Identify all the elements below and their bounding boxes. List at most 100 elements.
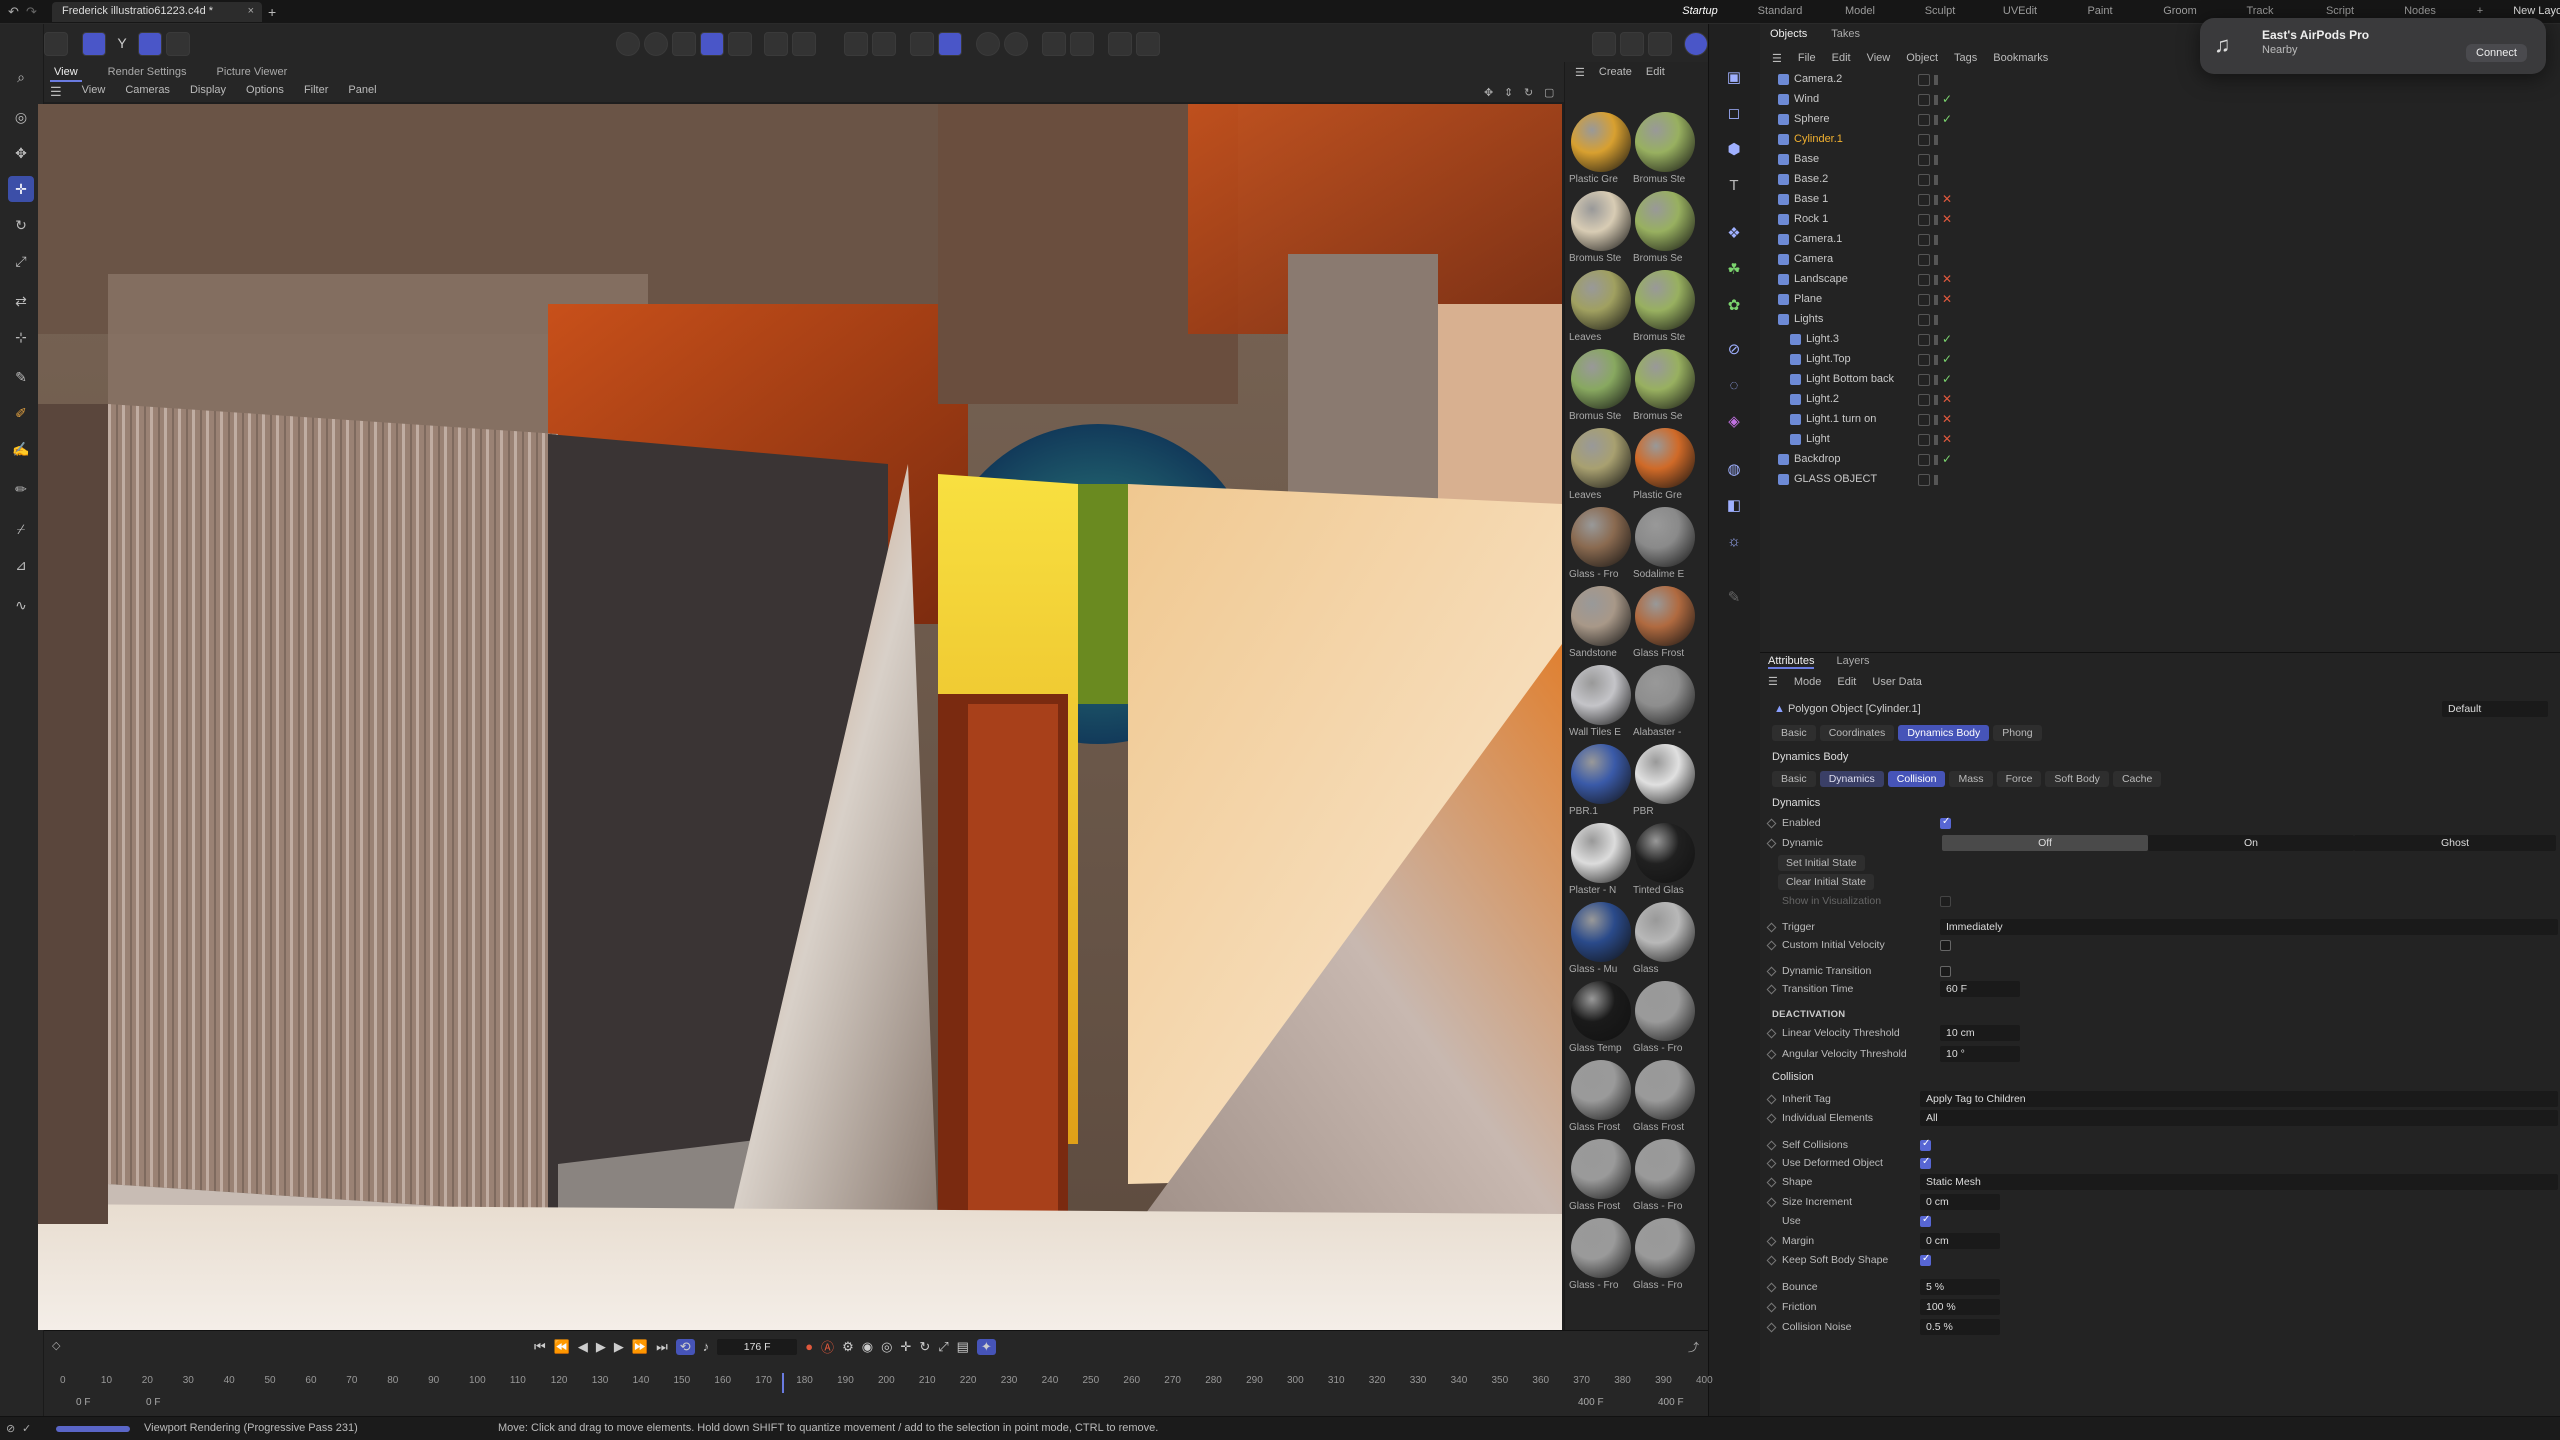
render-dot-icon[interactable] xyxy=(1934,235,1938,245)
play-icon[interactable]: ▶ xyxy=(596,1339,606,1355)
material-swatch[interactable]: Glass - Fro xyxy=(1569,1218,1633,1296)
brush-icon[interactable]: ✐ xyxy=(8,400,34,426)
tab-basic[interactable]: Basic xyxy=(1772,725,1816,741)
layout-tab[interactable]: Paint xyxy=(2060,0,2140,24)
render-view-icon[interactable] xyxy=(1108,32,1132,56)
connect-button[interactable]: Connect xyxy=(2466,44,2527,62)
material-swatch[interactable]: Plastic Gre xyxy=(1569,112,1633,190)
menu-tags[interactable]: Tags xyxy=(1954,52,1977,65)
menu-object[interactable]: Object xyxy=(1906,52,1938,65)
transfer-icon[interactable]: ⇄ xyxy=(8,288,34,314)
live-selection-icon[interactable]: ✥ xyxy=(8,140,34,166)
tab-coordinates[interactable]: Coordinates xyxy=(1819,725,1895,741)
size-increment-field[interactable]: 0 cm xyxy=(1920,1194,2000,1210)
material-swatch[interactable]: Bromus Ste xyxy=(1633,270,1697,348)
object-row[interactable]: Base.2 xyxy=(1760,170,2560,190)
volume-icon[interactable]: ◈ xyxy=(1721,408,1747,434)
autokey-icon[interactable]: Ⓐ xyxy=(821,1337,834,1356)
enabled-status-icon[interactable]: ✕ xyxy=(1942,192,1952,206)
linear-velocity-field[interactable]: 10 cm xyxy=(1940,1025,2020,1041)
start-frame-a[interactable]: 0 F xyxy=(76,1397,90,1408)
object-row[interactable]: Camera.1 xyxy=(1760,230,2560,250)
enabled-checkbox[interactable] xyxy=(1940,816,1951,829)
curve-editor-icon[interactable]: ⤴ xyxy=(1688,1339,1699,1355)
enabled-status-icon[interactable]: ✓ xyxy=(1942,352,1952,366)
current-frame-field[interactable]: 176 F xyxy=(717,1338,798,1355)
close-tab-icon[interactable]: × xyxy=(248,5,254,17)
prev-frame-icon[interactable]: ◀ xyxy=(578,1339,588,1355)
rotate-icon[interactable]: ↻ xyxy=(8,212,34,238)
menu-edit[interactable]: Edit xyxy=(1832,52,1851,65)
render-dot-icon[interactable] xyxy=(1934,375,1938,385)
guide-icon[interactable]: ∿ xyxy=(8,592,34,618)
margin-field[interactable]: 0 cm xyxy=(1920,1233,2000,1249)
subtab-mass[interactable]: Mass xyxy=(1949,771,1993,787)
enabled-status-icon[interactable]: ✓ xyxy=(1942,372,1952,386)
menu-view[interactable]: View xyxy=(1867,52,1891,65)
render-dot-icon[interactable] xyxy=(1934,155,1938,165)
enabled-status-icon[interactable]: ✓ xyxy=(1942,112,1952,126)
menu-display[interactable]: Display xyxy=(190,84,226,100)
knife-icon[interactable]: ⌿ xyxy=(8,516,34,542)
playhead[interactable] xyxy=(782,1373,784,1393)
material-swatch[interactable]: Glass - Fro xyxy=(1633,1139,1697,1217)
next-frame-icon[interactable]: ▶ xyxy=(614,1339,624,1355)
visibility-toggle[interactable] xyxy=(1918,294,1930,306)
material-swatch[interactable]: Glass - Fro xyxy=(1633,981,1697,1059)
menu-bookmarks[interactable]: Bookmarks xyxy=(1993,52,2048,65)
subtab-basic[interactable]: Basic xyxy=(1772,771,1816,787)
sculpt-icon[interactable]: ✏ xyxy=(8,476,34,502)
use-checkbox[interactable] xyxy=(1920,1214,1931,1227)
material-swatch[interactable]: Leaves xyxy=(1569,428,1633,506)
visibility-toggle[interactable] xyxy=(1918,314,1930,326)
mograph-icon[interactable]: ☘ xyxy=(1721,256,1747,282)
enabled-status-icon[interactable]: ✕ xyxy=(1942,212,1952,226)
object-row[interactable]: Light Bottom back ✓ xyxy=(1760,370,2560,390)
render-dot-icon[interactable] xyxy=(1934,435,1938,445)
subtab-soft-body[interactable]: Soft Body xyxy=(2045,771,2109,787)
render-dot-icon[interactable] xyxy=(1934,415,1938,425)
render-dot-icon[interactable] xyxy=(1934,455,1938,465)
pla-key-icon[interactable]: ✦ xyxy=(976,1338,996,1355)
menu-panel[interactable]: Panel xyxy=(348,84,376,100)
render-dot-icon[interactable] xyxy=(1934,195,1938,205)
object-row[interactable]: GLASS OBJECT xyxy=(1760,470,2560,490)
material-swatch[interactable]: Glass - Fro xyxy=(1569,507,1633,585)
subtab-force[interactable]: Force xyxy=(1996,771,2042,787)
layout-tab[interactable]: Standard xyxy=(1740,0,1820,24)
pan-icon[interactable]: ✥ xyxy=(1484,86,1493,99)
end-frame-a[interactable]: 400 F xyxy=(1578,1397,1604,1408)
visibility-toggle[interactable] xyxy=(1918,454,1930,466)
visibility-toggle[interactable] xyxy=(1918,474,1930,486)
render-dot-icon[interactable] xyxy=(1934,315,1938,325)
object-row[interactable]: Light.2 ✕ xyxy=(1760,390,2560,410)
material-swatch[interactable]: Glass Frost xyxy=(1569,1060,1633,1138)
material-swatch[interactable]: Bromus Ste xyxy=(1569,349,1633,427)
camera-icon[interactable]: ▣ xyxy=(1721,64,1747,90)
maximize-icon[interactable]: ▢ xyxy=(1544,86,1554,99)
render-dot-icon[interactable] xyxy=(1934,175,1938,185)
menu-user-data[interactable]: User Data xyxy=(1872,676,1922,688)
show-visualization-checkbox[interactable] xyxy=(1940,896,1951,907)
layout-tab[interactable]: UVEdit xyxy=(1980,0,2060,24)
visibility-toggle[interactable] xyxy=(1918,434,1930,446)
menu-view[interactable]: View xyxy=(82,84,106,100)
render-dot-icon[interactable] xyxy=(1934,295,1938,305)
set-initial-state-button[interactable]: Set Initial State xyxy=(1778,855,1865,871)
material-swatch[interactable]: Sandstone xyxy=(1569,586,1633,664)
menu-options[interactable]: Options xyxy=(246,84,284,100)
render-dot-icon[interactable] xyxy=(1934,275,1938,285)
visibility-toggle[interactable] xyxy=(1918,114,1930,126)
object-row[interactable]: Lights xyxy=(1760,310,2560,330)
visibility-toggle[interactable] xyxy=(1918,414,1930,426)
model-mode-icon[interactable] xyxy=(700,32,724,56)
subtab-collision[interactable]: Collision xyxy=(1887,771,1946,787)
3d-viewport[interactable] xyxy=(38,104,1562,1330)
tab-view[interactable]: View xyxy=(50,64,82,82)
angular-velocity-field[interactable]: 10 ° xyxy=(1940,1046,2020,1062)
keep-soft-body-checkbox[interactable] xyxy=(1920,1253,1931,1266)
menu-edit[interactable]: Edit xyxy=(1837,676,1856,688)
first-frame-icon[interactable]: ⏮ xyxy=(534,1339,546,1355)
document-tab[interactable]: Frederick illustratio61223.c4d * × xyxy=(52,2,262,22)
timeline-ruler[interactable]: 0 10 20 30 40 50 60 70 80 90 100 110 120 130 140 150 160… xyxy=(60,1375,1713,1395)
